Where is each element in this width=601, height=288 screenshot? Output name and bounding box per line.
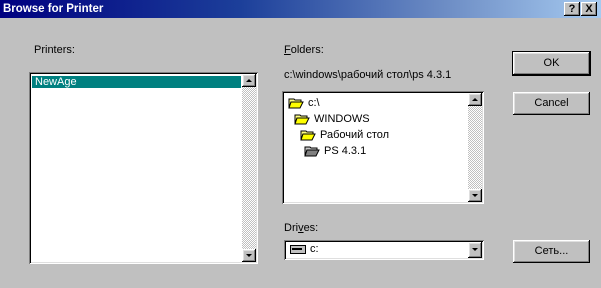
open-folder-icon bbox=[304, 146, 320, 157]
title-bar[interactable]: Browse for Printer ? X bbox=[0, 0, 601, 18]
ok-button[interactable]: OK bbox=[512, 51, 591, 76]
folders-label-rest: olders: bbox=[290, 44, 324, 56]
folders-scrollbar[interactable] bbox=[468, 93, 482, 202]
cancel-button[interactable]: Cancel bbox=[513, 92, 590, 115]
arrow-down-icon bbox=[472, 194, 478, 197]
printers-scroll-up-button[interactable] bbox=[242, 74, 256, 87]
folder-item[interactable]: Рабочий стол bbox=[300, 128, 389, 142]
network-button[interactable]: Сеть... bbox=[513, 240, 590, 263]
arrow-up-icon bbox=[246, 79, 252, 82]
printer-item-label: NewAge bbox=[35, 76, 77, 88]
folder-item-label: c:\ bbox=[308, 97, 320, 109]
drives-select[interactable]: c: bbox=[284, 240, 484, 260]
folder-item-selected[interactable]: PS 4.3.1 bbox=[304, 144, 366, 158]
drives-label: Drives: bbox=[284, 222, 318, 234]
close-button[interactable]: X bbox=[581, 2, 597, 16]
printers-scrollbar[interactable] bbox=[242, 74, 256, 262]
arrow-down-icon bbox=[246, 254, 252, 257]
drives-label-pre: Dri bbox=[284, 222, 299, 234]
open-folder-icon bbox=[300, 130, 316, 141]
folders-scroll-down-button[interactable] bbox=[468, 189, 482, 202]
open-folder-icon bbox=[288, 98, 304, 109]
window-title: Browse for Printer bbox=[3, 3, 104, 15]
chevron-down-icon bbox=[472, 248, 478, 251]
browse-for-printer-dialog: Browse for Printer ? X Printers: NewAge … bbox=[0, 0, 601, 288]
printer-item-selected[interactable]: NewAge bbox=[32, 76, 241, 88]
printers-list[interactable] bbox=[29, 72, 258, 264]
folder-item[interactable]: c:\ bbox=[288, 96, 320, 110]
open-folder-icon bbox=[294, 114, 310, 125]
folder-item-label: Рабочий стол bbox=[320, 129, 390, 141]
printers-label: Printers: bbox=[34, 44, 75, 56]
arrow-up-icon bbox=[472, 98, 478, 101]
folders-scroll-up-button[interactable] bbox=[468, 93, 482, 106]
folders-label: Folders: bbox=[284, 44, 324, 56]
drives-select-value: c: bbox=[310, 243, 319, 255]
folder-item[interactable]: WINDOWS bbox=[294, 112, 370, 126]
drives-label-post: es: bbox=[303, 222, 319, 234]
printers-scroll-down-button[interactable] bbox=[242, 249, 256, 262]
current-folder-path: c:\windows\рабочий стол\ps 4.3.1 bbox=[284, 69, 452, 81]
folder-item-label: PS 4.3.1 bbox=[324, 145, 367, 157]
folders-label-accel: F bbox=[284, 44, 291, 56]
folder-item-label: WINDOWS bbox=[314, 113, 370, 125]
drives-dropdown-button[interactable] bbox=[468, 242, 482, 258]
help-button[interactable]: ? bbox=[564, 2, 580, 16]
hard-drive-icon bbox=[290, 245, 306, 254]
